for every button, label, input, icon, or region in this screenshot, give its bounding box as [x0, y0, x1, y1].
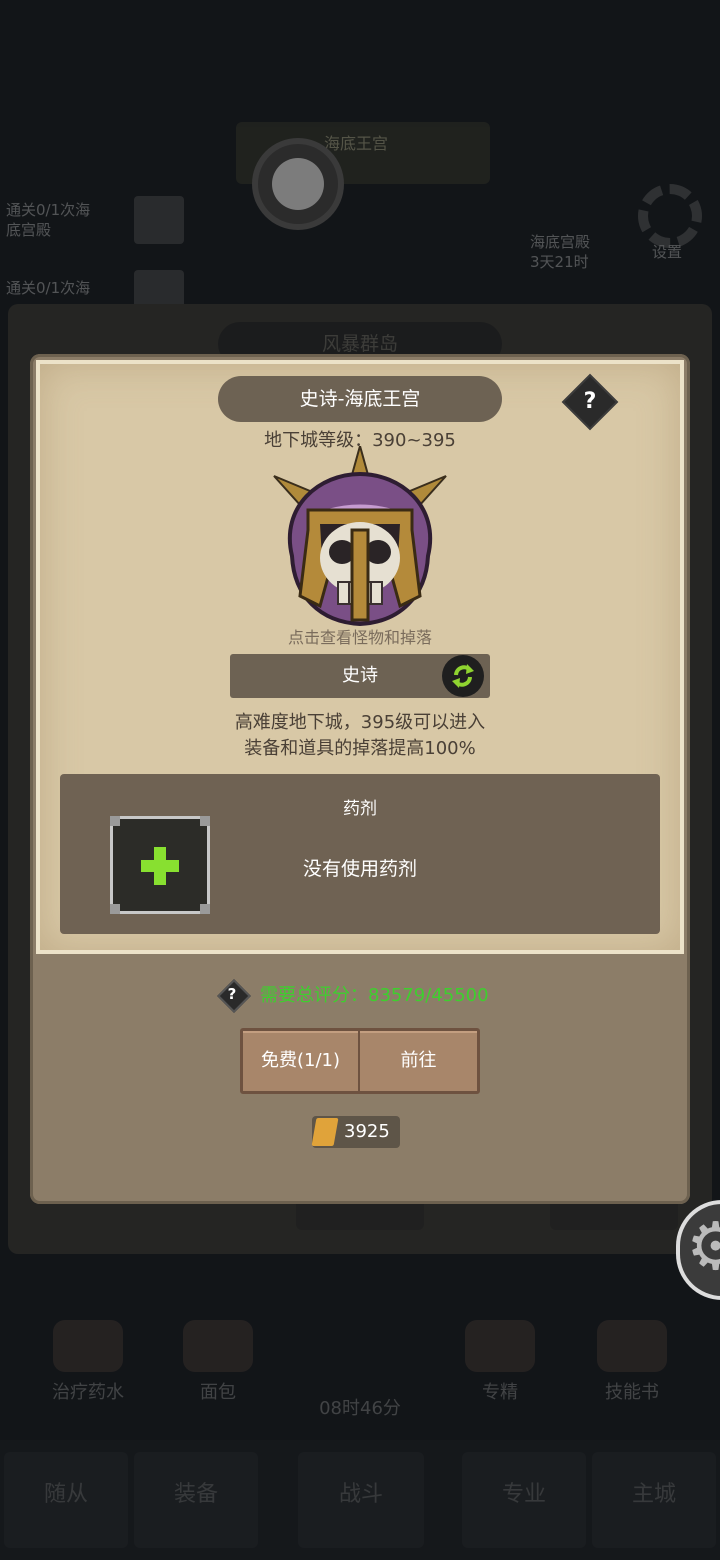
no-potion-text: 没有使用药剂 — [302, 858, 417, 880]
bg-settings-gear-icon — [638, 184, 702, 248]
description-line-2: 装备和道具的掉落提高100% — [244, 738, 476, 759]
bg-nav-tab-city: 主城 — [592, 1452, 716, 1548]
score-help-button[interactable]: ? — [217, 979, 251, 1013]
help-icon: ? — [583, 389, 597, 414]
ticket-count: 3925 — [344, 1121, 390, 1142]
bg-item-skillbook: 技能书 — [572, 1320, 692, 1404]
refresh-arrows-icon — [452, 664, 474, 688]
help-button[interactable]: ? — [561, 373, 619, 431]
bg-quest-box-1 — [134, 196, 184, 244]
bg-item-mastery: 专精 — [440, 1320, 560, 1404]
dungeon-title: 史诗-海底王宫 — [218, 376, 502, 422]
action-button-group: 免费(1/1) 前往 — [240, 1028, 480, 1094]
free-entry-button[interactable]: 免费(1/1) — [243, 1031, 358, 1091]
go-button[interactable]: 前往 — [360, 1031, 477, 1091]
difficulty-selector[interactable]: 史诗 — [230, 654, 490, 698]
add-potion-slot[interactable] — [110, 816, 210, 914]
bg-event-timer: 海底宫殿 3天21时 — [530, 233, 591, 271]
bg-quest-1: 通关0/1次海 底宫殿 — [6, 201, 91, 239]
score-text: 需要总评分：83579/45500 — [260, 985, 489, 1006]
question-icon: ? — [227, 985, 237, 1003]
scroll-ticket-icon — [311, 1118, 339, 1146]
bg-top-banner-label: 海底王宫 — [324, 134, 389, 153]
bg-nav-tab-equipment: 装备 — [134, 1452, 258, 1548]
bg-nav-tab-profession: 专业 — [462, 1452, 586, 1548]
bg-item-potion: 治疗药水 — [28, 1320, 148, 1404]
plus-icon — [141, 847, 179, 885]
bg-quest-2: 通关0/1次海 — [6, 279, 91, 297]
score-requirement: ? 需要总评分：83579/45500 — [217, 979, 489, 1013]
boss-portrait[interactable] — [270, 442, 450, 632]
skull-helmet-icon — [273, 442, 447, 627]
description-line-1: 高难度地下城，395级可以进入 — [234, 712, 486, 733]
bg-item-bread: 面包 — [158, 1320, 278, 1404]
view-monsters-hint[interactable]: 点击查看怪物和掉落 — [0, 624, 720, 648]
bg-item-timer: 08时46分 — [319, 1398, 401, 1419]
bg-nav-tab-followers: 随从 — [4, 1452, 128, 1548]
floating-assist-button[interactable] — [258, 144, 338, 224]
potion-title: 药剂 — [343, 799, 377, 819]
ticket-counter: 3925 — [311, 1116, 400, 1148]
bg-settings-label: 设置 — [652, 243, 683, 261]
switch-difficulty-button[interactable] — [442, 655, 484, 697]
bg-nav-tab-battle: 战斗 — [298, 1452, 424, 1548]
